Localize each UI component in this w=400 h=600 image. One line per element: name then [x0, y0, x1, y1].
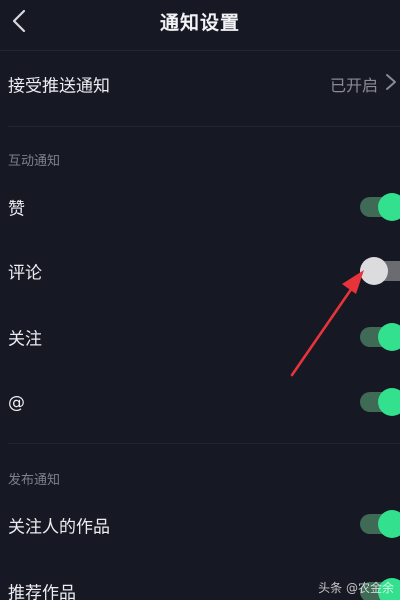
push-notification-label: 接受推送通知: [8, 76, 110, 97]
mentions-toggle[interactable]: [360, 388, 400, 416]
toggle-knob: [378, 323, 400, 351]
setting-label-following-works: 关注人的作品: [8, 517, 110, 538]
watermark: 头条 @农金余: [318, 581, 394, 595]
push-notification-status: 已开启: [329, 76, 378, 95]
interaction-section-header: 互动通知: [8, 154, 61, 169]
toggle-knob: [378, 510, 400, 538]
setting-row-mentions: @: [0, 379, 400, 427]
setting-row-likes: 赞: [0, 183, 400, 231]
toggle-knob: [378, 388, 400, 416]
header-divider: [0, 50, 400, 51]
likes-toggle[interactable]: [360, 193, 400, 221]
publish-section-header: 发布通知: [8, 473, 61, 488]
toggle-knob: [360, 257, 388, 285]
notification-settings-screen: 通知设置 接受推送通知 已开启 互动通知 赞 评论 关注 @ 发布通知 关注人的…: [0, 0, 400, 600]
setting-row-follows: 关注: [0, 313, 400, 361]
following-works-toggle[interactable]: [360, 510, 400, 538]
setting-label-follows: 关注: [8, 329, 42, 350]
page-title: 通知设置: [159, 12, 240, 34]
toggle-knob: [378, 193, 400, 221]
header: 通知设置: [0, 0, 400, 48]
setting-label-recommended-works: 推荐作品: [8, 583, 76, 600]
chevron-right-icon: [384, 72, 398, 96]
section-divider: [8, 443, 400, 444]
push-notification-row[interactable]: 接受推送通知 已开启: [0, 60, 400, 108]
setting-label-likes: 赞: [8, 199, 25, 220]
setting-label-comments: 评论: [8, 263, 42, 284]
setting-label-mentions: @: [8, 393, 25, 413]
setting-row-comments: 评论: [0, 247, 400, 295]
setting-row-following-works: 关注人的作品: [0, 501, 400, 549]
comments-toggle[interactable]: [360, 257, 400, 285]
section-divider: [8, 126, 400, 127]
follows-toggle[interactable]: [360, 323, 400, 351]
